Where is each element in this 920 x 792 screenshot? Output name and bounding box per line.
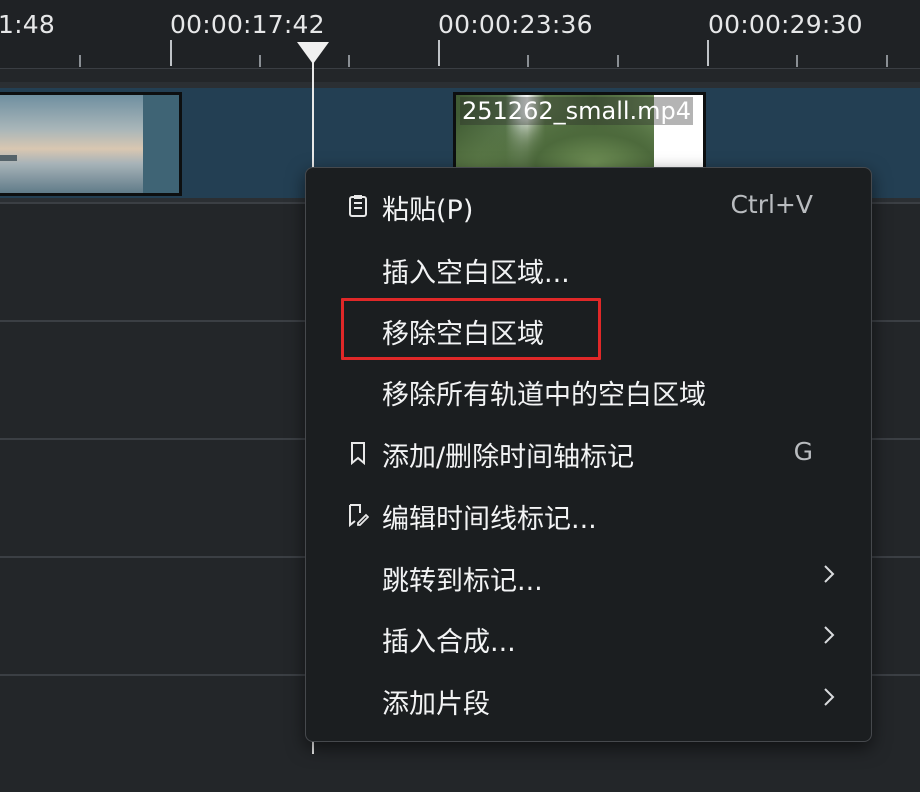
ruler-minor-tick	[348, 55, 350, 67]
menu-item-label: 添加/删除时间轴标记	[382, 442, 635, 473]
menu-item-edit-marker[interactable]: 编辑时间线标记...	[306, 485, 871, 545]
menu-item-insert-space[interactable]: 插入空白区域...	[306, 239, 871, 299]
menu-item-goto-marker[interactable]: 跳转到标记...	[306, 547, 871, 607]
clip-name: 251262_small.mp4	[460, 97, 694, 125]
ruler-minor-tick	[886, 55, 888, 67]
clip-thumbnail-detail	[0, 155, 17, 161]
edit-bookmark-icon	[346, 501, 370, 529]
ruler-minor-tick	[79, 55, 81, 67]
ruler-major-tick	[438, 40, 440, 66]
ruler-major-tick	[170, 40, 172, 66]
menu-item-label: 跳转到标记...	[382, 566, 543, 597]
menu-item-insert-composition[interactable]: 插入合成...	[306, 608, 871, 668]
bookmark-icon	[346, 439, 370, 467]
ruler-minor-tick	[617, 55, 619, 67]
menu-shortcut: Ctrl+V	[730, 190, 813, 219]
ruler-minor-tick	[796, 55, 798, 67]
menu-item-label: 添加片段	[382, 689, 490, 720]
chevron-right-icon	[821, 684, 845, 712]
ruler-major-tick	[707, 40, 709, 66]
video-clip[interactable]	[0, 92, 182, 196]
menu-item-label: 粘贴(P)	[382, 195, 474, 226]
chevron-right-icon	[821, 561, 845, 589]
menu-shortcut: G	[793, 437, 813, 466]
menu-item-toggle-marker[interactable]: 添加/删除时间轴标记 G	[306, 423, 871, 483]
timecode-label: 00:00:17:42	[170, 10, 325, 39]
timecode-label: 00:00:29:30	[708, 10, 863, 39]
context-menu: 粘贴(P) Ctrl+V 插入空白区域... 移除空白区域 移除所有轨道中的空白…	[305, 167, 872, 742]
timeline-ruler[interactable]: 1:48 00:00:17:42 00:00:23:36 00:00:29:30	[0, 0, 920, 69]
highlight-annotation-box	[341, 298, 601, 360]
playhead-handle[interactable]	[297, 42, 329, 64]
ruler-minor-tick	[259, 55, 261, 67]
menu-item-label: 编辑时间线标记...	[382, 504, 597, 535]
ruler-minor-tick	[527, 55, 529, 67]
menu-item-paste[interactable]: 粘贴(P) Ctrl+V	[306, 176, 871, 236]
menu-item-remove-all-spaces[interactable]: 移除所有轨道中的空白区域	[306, 361, 871, 421]
timecode-label: 00:00:23:36	[438, 10, 593, 39]
menu-item-label: 移除所有轨道中的空白区域	[382, 380, 706, 411]
timecode-label: 1:48	[0, 10, 55, 39]
clip-thumbnail-detail	[143, 95, 179, 193]
clipboard-icon	[346, 192, 370, 220]
menu-item-label: 插入空白区域...	[382, 258, 570, 289]
menu-item-label: 插入合成...	[382, 627, 516, 658]
menu-item-add-clip[interactable]: 添加片段	[306, 670, 871, 730]
chevron-right-icon	[821, 622, 845, 650]
